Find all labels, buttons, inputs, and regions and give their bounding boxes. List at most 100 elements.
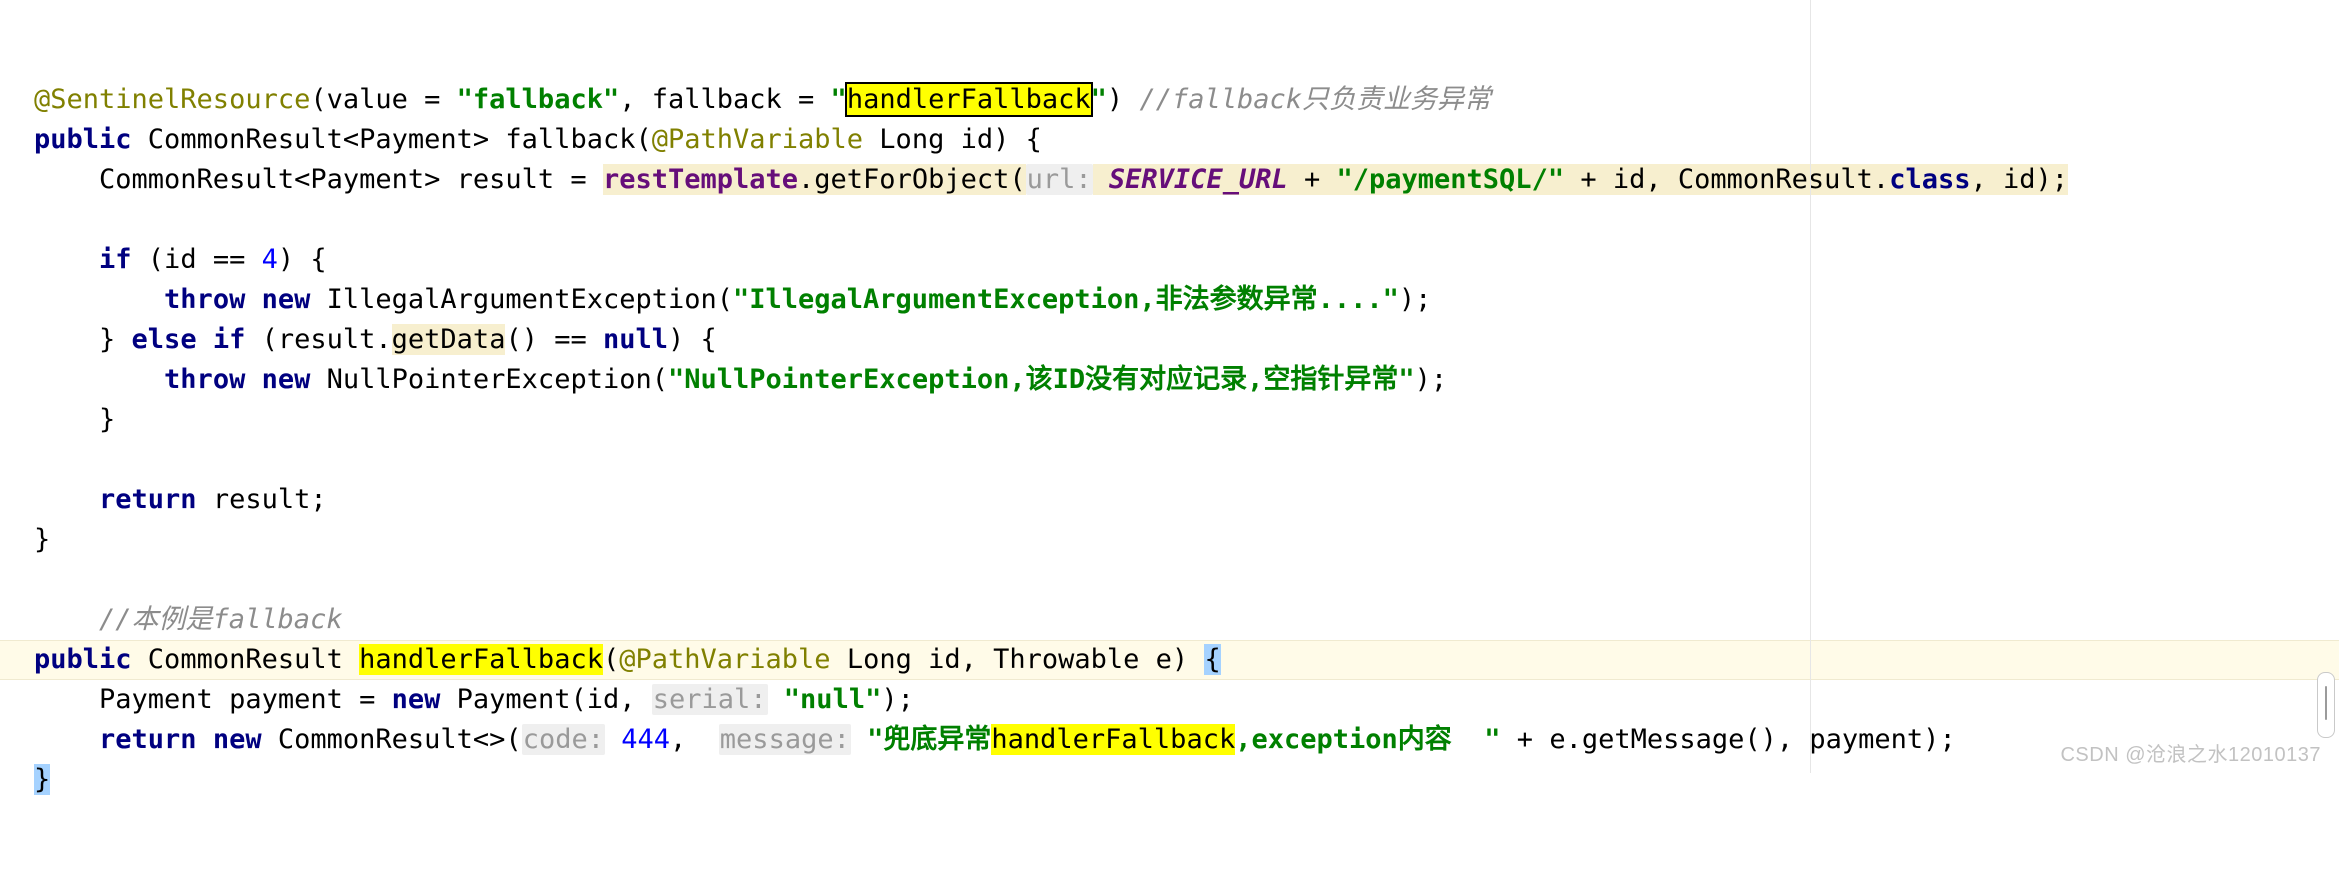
line-else-if-getdata-null-token-5: null: [603, 324, 669, 355]
line-handlerfallback-signature-token-1: CommonResult: [131, 644, 360, 675]
line-else-if-getdata-null-token-1: else if: [131, 324, 246, 355]
line-throw-illegalargument-token-1: throw new: [164, 284, 311, 315]
line-handlerfallback-signature-token-5: Long id, Throwable e): [830, 644, 1205, 675]
line-else-if-getdata-null-token-4: () ==: [505, 324, 603, 355]
vertical-scrollbar-thumb[interactable]: [2317, 672, 2335, 738]
line-blank-1[interactable]: [0, 200, 2339, 240]
line-if-id-4-token-0: [34, 244, 99, 275]
line-annotation-token-0: @SentinelResource: [34, 84, 311, 115]
line-handlerfallback-signature-token-0: public: [34, 644, 132, 675]
line-comment-fallback[interactable]: //本例是fallback: [0, 600, 2339, 640]
line-fallback-signature-token-0: public: [34, 124, 132, 155]
line-return-commonresult-token-7: message:: [718, 724, 851, 755]
line-fallback-signature-token-3: Long id) {: [863, 124, 1042, 155]
line-fallback-signature[interactable]: public CommonResult<Payment> fallback(@P…: [0, 120, 2339, 160]
line-throw-nullpointer-token-4: );: [1414, 364, 1448, 395]
line-resttemplate-call-token-10: , id);: [1970, 164, 2069, 195]
line-fallback-signature-token-2: @PathVariable: [651, 124, 864, 155]
line-close-method-brace[interactable]: }: [0, 520, 2339, 560]
line-new-payment-token-2: Payment(id,: [440, 684, 652, 715]
line-return-commonresult-token-0: [34, 724, 99, 755]
line-fallback-signature-token-1: CommonResult<Payment> fallback(: [131, 124, 652, 155]
line-annotation-token-1: (value =: [310, 84, 457, 115]
line-return-result-token-0: [34, 484, 99, 515]
line-new-payment-token-4: [768, 684, 784, 715]
line-throw-nullpointer[interactable]: throw new NullPointerException("NullPoin…: [0, 360, 2339, 400]
line-if-id-4-token-2: (id ==: [131, 244, 262, 275]
line-throw-nullpointer-token-0: [34, 364, 164, 395]
line-comment-fallback-token-0: //本例是fallback: [34, 604, 343, 635]
line-return-commonresult-token-5: 444: [621, 724, 671, 755]
line-annotation-token-6: ": [1090, 84, 1107, 115]
line-annotation-token-4: ": [830, 84, 847, 115]
line-annotation-token-3: , fallback =: [619, 84, 831, 115]
line-if-id-4-token-3: 4: [261, 244, 278, 275]
line-handlerfallback-signature-token-3: (: [602, 644, 620, 675]
line-resttemplate-call-token-6: +: [1287, 164, 1337, 195]
line-if-id-4[interactable]: if (id == 4) {: [0, 240, 2339, 280]
line-throw-nullpointer-token-2: NullPointerException(: [310, 364, 668, 395]
line-return-commonresult-token-2: CommonResult<>(: [261, 724, 522, 755]
line-handlerfallback-signature-token-2: handlerFallback: [359, 644, 603, 675]
line-resttemplate-call[interactable]: CommonResult<Payment> result = restTempl…: [0, 160, 2339, 200]
line-final-brace-token-0: }: [34, 764, 51, 795]
line-else-if-getdata-null-token-2: (result.: [245, 324, 392, 355]
line-throw-illegalargument-token-0: [34, 284, 164, 315]
line-throw-illegalargument-token-4: );: [1398, 284, 1432, 315]
line-else-if-getdata-null-token-3: getData: [391, 324, 506, 355]
line-return-commonresult-token-10: handlerFallback: [991, 724, 1236, 755]
line-blank-3[interactable]: [0, 560, 2339, 600]
line-annotation-token-7: ): [1106, 84, 1140, 115]
line-resttemplate-call-token-9: class: [1889, 164, 1971, 195]
line-resttemplate-call-token-7: "/paymentSQL/": [1336, 164, 1565, 195]
line-resttemplate-call-token-4: [1092, 164, 1109, 195]
code-lines-container: @SentinelResource(value = "fallback", fa…: [0, 80, 2339, 800]
line-resttemplate-call-token-2: .getForObject(: [798, 164, 1026, 195]
line-new-payment-token-6: );: [881, 684, 914, 715]
line-throw-illegalargument-token-2: IllegalArgumentException(: [310, 284, 733, 315]
line-resttemplate-call-token-3: url:: [1025, 164, 1093, 195]
line-else-if-getdata-null-token-0: }: [34, 324, 132, 355]
line-throw-nullpointer-token-1: throw new: [164, 364, 311, 395]
line-new-payment-token-3: serial:: [651, 684, 768, 715]
line-return-commonresult-token-6: ,: [670, 724, 719, 755]
line-resttemplate-call-token-0: CommonResult<Payment> result =: [34, 164, 603, 195]
line-if-id-4-token-1: if: [99, 244, 132, 275]
line-return-commonresult-token-8: [851, 724, 867, 755]
right-margin-guide: [1810, 0, 1811, 773]
line-handlerfallback-signature[interactable]: public CommonResult handlerFallback(@Pat…: [0, 640, 2339, 680]
line-handlerfallback-signature-token-4: @PathVariable: [619, 644, 831, 675]
line-if-id-4-token-4: ) {: [277, 244, 327, 275]
line-else-if-getdata-null-token-6: ) {: [668, 324, 717, 355]
line-final-brace[interactable]: }: [0, 760, 2339, 800]
scrollbar-grip-icon: [2325, 686, 2327, 720]
line-return-result-token-1: return: [99, 484, 197, 515]
line-new-payment-token-0: Payment payment =: [34, 684, 392, 715]
csdn-watermark: CSDN @沧浪之水12010137: [2060, 744, 2321, 766]
line-close-else-brace[interactable]: }: [0, 400, 2339, 440]
line-else-if-getdata-null[interactable]: } else if (result.getData() == null) {: [0, 320, 2339, 360]
line-return-commonresult[interactable]: return new CommonResult<>(code: 444, mes…: [0, 720, 2339, 760]
line-resttemplate-call-token-1: restTemplate: [602, 164, 799, 195]
line-annotation[interactable]: @SentinelResource(value = "fallback", fa…: [0, 80, 2339, 120]
line-annotation-token-5: handlerFallback: [844, 82, 1093, 117]
line-resttemplate-call-token-8: + id, CommonResult.: [1564, 164, 1890, 195]
line-resttemplate-call-token-5: SERVICE_URL: [1108, 164, 1288, 195]
line-return-result[interactable]: return result;: [0, 480, 2339, 520]
line-return-commonresult-token-12: + e.getMessage(), payment);: [1500, 724, 1956, 755]
line-new-payment-token-1: new: [391, 684, 441, 715]
code-editor[interactable]: @SentinelResource(value = "fallback", fa…: [0, 0, 2339, 795]
line-blank-2[interactable]: [0, 440, 2339, 480]
line-throw-illegalargument[interactable]: throw new IllegalArgumentException("Ille…: [0, 280, 2339, 320]
line-new-payment[interactable]: Payment payment = new Payment(id, serial…: [0, 680, 2339, 720]
line-handlerfallback-signature-token-6: {: [1204, 644, 1221, 675]
line-return-commonresult-token-4: [605, 724, 621, 755]
line-close-method-brace-token-0: }: [34, 524, 51, 555]
line-return-commonresult-token-3: code:: [521, 724, 605, 755]
line-close-else-brace-token-0: }: [34, 404, 116, 435]
line-annotation-token-2: "fallback": [456, 84, 620, 115]
line-annotation-token-8: //fallback只负责业务异常: [1139, 84, 1491, 115]
line-return-commonresult-token-9: "兜底异常: [867, 724, 992, 755]
line-throw-illegalargument-token-3: "IllegalArgumentException,非法参数异常....": [733, 284, 1399, 315]
line-return-commonresult-token-1: return new: [99, 724, 262, 755]
